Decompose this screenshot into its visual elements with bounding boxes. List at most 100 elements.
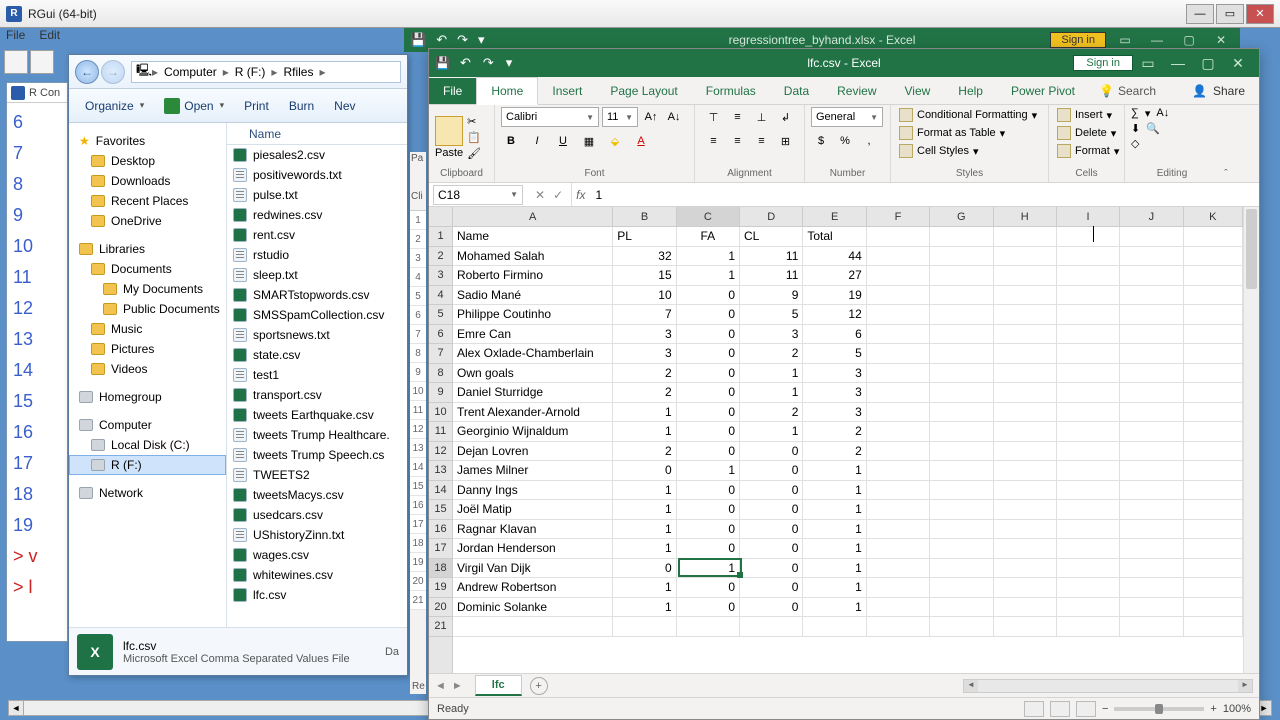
- col-header[interactable]: A: [453, 207, 613, 226]
- align-middle-icon[interactable]: ≡: [728, 107, 748, 127]
- cell[interactable]: [677, 617, 740, 636]
- tab-insert[interactable]: Insert: [538, 78, 596, 104]
- row-header[interactable]: 1: [429, 227, 452, 247]
- cell[interactable]: [1184, 266, 1243, 285]
- redo-icon[interactable]: ↷: [483, 55, 494, 71]
- cell[interactable]: 1: [613, 520, 676, 539]
- print-button[interactable]: Print: [236, 95, 277, 117]
- cell[interactable]: [1184, 461, 1243, 480]
- cell[interactable]: 3: [803, 403, 866, 422]
- row-header[interactable]: 11: [429, 422, 452, 442]
- cell[interactable]: 2: [613, 364, 676, 383]
- cell[interactable]: [867, 403, 930, 422]
- cell[interactable]: [1120, 422, 1183, 441]
- cell[interactable]: [1057, 520, 1120, 539]
- undo-icon[interactable]: ↶: [436, 32, 447, 48]
- file-row[interactable]: positivewords.txt: [227, 165, 407, 185]
- cell[interactable]: [867, 617, 930, 636]
- col-header[interactable]: G: [930, 207, 993, 226]
- minimize-button[interactable]: —: [1144, 33, 1170, 47]
- cell[interactable]: [867, 520, 930, 539]
- cell[interactable]: [930, 461, 993, 480]
- tree-node[interactable]: Public Documents: [69, 299, 226, 319]
- back-button[interactable]: ←: [75, 60, 99, 84]
- cell[interactable]: [1057, 383, 1120, 402]
- cell[interactable]: [994, 617, 1057, 636]
- font-selector[interactable]: Calibri▼: [501, 107, 599, 127]
- tree-node[interactable]: Recent Places: [69, 191, 226, 211]
- row-header[interactable]: 5: [429, 305, 452, 325]
- redo-icon[interactable]: ↷: [457, 32, 468, 48]
- file-row[interactable]: SMARTstopwords.csv: [227, 285, 407, 305]
- cell[interactable]: 6: [803, 325, 866, 344]
- cell[interactable]: 0: [740, 481, 803, 500]
- cell[interactable]: [867, 578, 930, 597]
- cell[interactable]: [930, 500, 993, 519]
- file-row[interactable]: usedcars.csv: [227, 505, 407, 525]
- minimize-button[interactable]: —: [1163, 55, 1193, 71]
- sheet-nav-next-icon[interactable]: ►: [452, 680, 463, 692]
- cell[interactable]: 1: [803, 559, 866, 578]
- menu-edit[interactable]: Edit: [39, 28, 60, 48]
- cell[interactable]: 0: [677, 578, 740, 597]
- cell[interactable]: Alex Oxlade-Chamberlain: [453, 344, 613, 363]
- cell[interactable]: [867, 266, 930, 285]
- cell[interactable]: FA: [677, 227, 740, 246]
- cell[interactable]: [1184, 617, 1243, 636]
- new-button[interactable]: Nev: [326, 95, 363, 117]
- cell[interactable]: 11: [740, 247, 803, 266]
- cell[interactable]: 9: [740, 286, 803, 305]
- toolbar-button[interactable]: [30, 50, 54, 74]
- cell[interactable]: [1057, 247, 1120, 266]
- paste-button[interactable]: Paste: [435, 116, 463, 159]
- cell[interactable]: Trent Alexander-Arnold: [453, 403, 613, 422]
- cell[interactable]: 12: [803, 305, 866, 324]
- cell[interactable]: 1: [740, 383, 803, 402]
- cell[interactable]: [867, 227, 930, 246]
- console-body[interactable]: 678910111213141516171819> v> l: [7, 103, 67, 607]
- cell[interactable]: [1184, 247, 1243, 266]
- cell[interactable]: Georginio Wijnaldum: [453, 422, 613, 441]
- cell[interactable]: [930, 403, 993, 422]
- cell[interactable]: 3: [803, 364, 866, 383]
- cell[interactable]: 1: [677, 266, 740, 285]
- table-row[interactable]: Dejan Lovren2002: [453, 442, 1243, 462]
- breadcrumb[interactable]: 🖳 ▸Computer ▸R (F:) ▸Rfiles ▸: [131, 61, 401, 83]
- decrease-font-icon[interactable]: A↓: [664, 107, 684, 127]
- table-row[interactable]: Philippe Coutinho70512: [453, 305, 1243, 325]
- cell[interactable]: 2: [740, 403, 803, 422]
- cell[interactable]: [994, 364, 1057, 383]
- cell[interactable]: [1120, 520, 1183, 539]
- cell[interactable]: 1: [613, 403, 676, 422]
- cell[interactable]: 1: [613, 539, 676, 558]
- currency-icon[interactable]: $: [811, 131, 831, 151]
- select-all-button[interactable]: [429, 207, 452, 227]
- cell[interactable]: [867, 422, 930, 441]
- cell[interactable]: [1184, 500, 1243, 519]
- cell[interactable]: [867, 559, 930, 578]
- menu-file[interactable]: File: [6, 28, 25, 48]
- cell[interactable]: 0: [677, 325, 740, 344]
- tab-file[interactable]: File: [429, 78, 476, 104]
- formula-input[interactable]: 1: [589, 188, 1259, 202]
- cell[interactable]: 0: [740, 559, 803, 578]
- format-painter-icon[interactable]: 🖌: [467, 147, 481, 160]
- cell[interactable]: [994, 325, 1057, 344]
- tree-node[interactable]: OneDrive: [69, 211, 226, 231]
- row-header[interactable]: 14: [429, 481, 452, 501]
- cell[interactable]: [1184, 559, 1243, 578]
- tree-node[interactable]: Videos: [69, 359, 226, 379]
- undo-icon[interactable]: ↶: [460, 55, 471, 71]
- cell[interactable]: [1120, 364, 1183, 383]
- cell[interactable]: 2: [613, 383, 676, 402]
- cell[interactable]: [1057, 422, 1120, 441]
- cell[interactable]: [1184, 422, 1243, 441]
- tree-node[interactable]: Libraries: [69, 239, 226, 259]
- cell[interactable]: [930, 422, 993, 441]
- cell[interactable]: 0: [677, 422, 740, 441]
- cell[interactable]: [1057, 500, 1120, 519]
- cell[interactable]: [1057, 442, 1120, 461]
- cell[interactable]: 1: [803, 520, 866, 539]
- cell[interactable]: [1184, 364, 1243, 383]
- format-as-table-button[interactable]: Format as Table ▾: [897, 125, 1007, 141]
